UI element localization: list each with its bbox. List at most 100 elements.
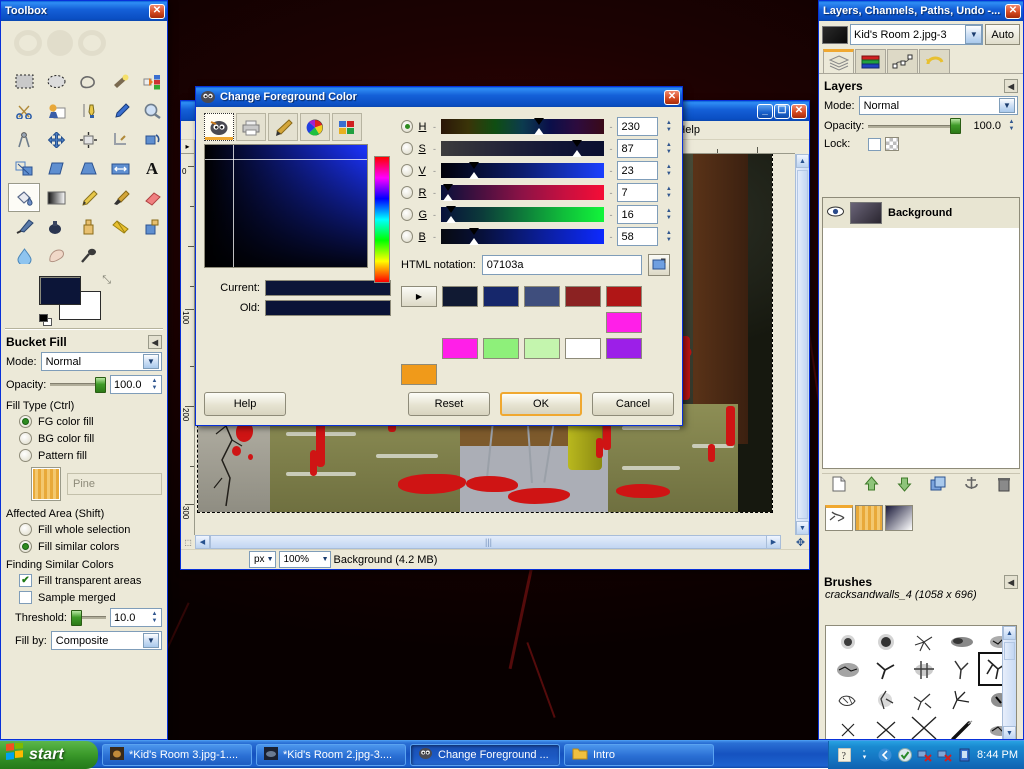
list-item[interactable] (866, 628, 906, 656)
shield-icon[interactable] (877, 747, 892, 762)
scroll-left-icon[interactable]: ◀ (195, 535, 210, 549)
reset-colors-icon[interactable] (39, 314, 55, 328)
color-picker-tool[interactable] (104, 96, 136, 125)
check-icon[interactable] (897, 747, 912, 762)
channel-red-value[interactable]: 7 (617, 183, 657, 202)
swatch-11[interactable] (401, 364, 437, 385)
channel-saturation[interactable]: S - - 87 ▲▼ (401, 139, 675, 158)
list-item[interactable] (866, 716, 906, 739)
blur-sharpen-tool[interactable] (8, 241, 40, 270)
chevron-down-icon[interactable]: ▼ (143, 354, 159, 369)
alignment-tool[interactable] (72, 125, 104, 154)
opacity-input[interactable]: 100.0 ▲▼ (110, 375, 162, 394)
chevron-down-icon[interactable]: ▼ (143, 633, 159, 648)
free-select-tool[interactable] (72, 67, 104, 96)
auto-button[interactable]: Auto (985, 24, 1020, 45)
zoom-select[interactable]: 100% ▼ (279, 551, 331, 568)
move-tool[interactable] (40, 125, 72, 154)
airbrush-tool[interactable] (8, 212, 40, 241)
list-item[interactable] (942, 686, 982, 714)
list-item[interactable] (828, 628, 868, 656)
hue-strip[interactable] (374, 156, 390, 283)
channel-value[interactable]: V - - 23 ▲▼ (401, 161, 675, 180)
affected-similar-colors[interactable]: Fill similar colors (1, 538, 167, 555)
unit-select[interactable]: px ▼ (249, 551, 276, 568)
horizontal-scrollbar[interactable]: ||| (210, 535, 767, 549)
brushes-scrollbar[interactable]: ▲ ▼ (1002, 626, 1016, 739)
spinner-icon[interactable]: ▲▼ (148, 611, 161, 625)
layer-opacity-slider[interactable] (868, 119, 961, 133)
fill-by-select[interactable]: Composite ▼ (51, 631, 162, 650)
channel-saturation-value[interactable]: 87 (617, 139, 657, 158)
radio-icon[interactable] (19, 415, 32, 428)
quickmask-corner-icon[interactable]: ▸ (181, 140, 195, 154)
spinner-icon[interactable]: ▲▼ (663, 139, 675, 158)
channel-blue-value[interactable]: 58 (617, 227, 657, 246)
crop-tool[interactable] (104, 125, 136, 154)
scroll-right-icon[interactable]: ▶ (766, 535, 781, 549)
quickmask-toggle-icon[interactable]: ⬚ (181, 535, 195, 549)
brushes-grid[interactable]: ▲ ▼ (825, 625, 1017, 739)
help-icon[interactable]: ? (837, 747, 852, 762)
list-item[interactable] (828, 656, 868, 684)
close-icon[interactable]: ✕ (664, 90, 680, 105)
fill-type-bg[interactable]: BG color fill (1, 430, 167, 447)
maximize-icon[interactable]: ☐ (774, 104, 790, 119)
channel-hue-value[interactable]: 230 (617, 117, 657, 136)
color-dialog-titlebar[interactable]: Change Foreground Color ✕ (196, 87, 682, 107)
minimize-icon[interactable]: _ (757, 104, 773, 119)
taskbar-button-change-foreground[interactable]: Change Foreground ... (410, 744, 560, 766)
list-item[interactable] (904, 628, 944, 656)
radio-icon[interactable] (401, 142, 413, 155)
help-button[interactable]: Help (204, 392, 286, 416)
channel-red-slider[interactable] (441, 185, 605, 200)
collapse-icon[interactable]: ◀ (148, 335, 162, 349)
paths-tab[interactable] (887, 49, 918, 73)
channel-value-value[interactable]: 23 (617, 161, 657, 180)
rect-select-tool[interactable] (8, 67, 40, 96)
spinner-icon[interactable]: ▲▼ (663, 117, 675, 136)
swatch-7[interactable] (483, 338, 519, 359)
radio-icon[interactable] (401, 208, 413, 221)
select-by-color-tool[interactable] (136, 67, 167, 96)
threshold-input[interactable]: 10.0 ▲▼ (110, 608, 162, 627)
list-item[interactable] (866, 656, 906, 684)
list-item[interactable] (942, 716, 982, 739)
printer-selector-tab[interactable] (236, 113, 266, 141)
ellipse-select-tool[interactable] (40, 67, 72, 96)
opacity-slider[interactable] (50, 378, 106, 392)
lower-layer-icon[interactable] (897, 476, 912, 495)
scroll-down-icon[interactable]: ▼ (1003, 726, 1016, 739)
checkbox-icon[interactable]: ✔ (19, 574, 32, 587)
radio-icon[interactable] (401, 230, 413, 243)
scissors-select-tool[interactable] (8, 96, 40, 125)
watercolor-selector-tab[interactable] (268, 113, 298, 141)
channel-hue-slider[interactable] (441, 119, 605, 134)
paths-tool[interactable] (72, 96, 104, 125)
channels-tab[interactable] (855, 49, 886, 73)
taskbar-button-kids-room-2[interactable]: *Kid's Room 2.jpg-3.... (256, 744, 406, 766)
eraser-tool[interactable] (136, 183, 167, 212)
radio-icon[interactable] (401, 186, 413, 199)
radio-icon[interactable] (19, 449, 32, 462)
channel-blue[interactable]: B - - 58 ▲▼ (401, 227, 675, 246)
vertical-scroll-thumb[interactable] (797, 170, 808, 519)
channel-green-value[interactable]: 16 (617, 205, 657, 224)
swatch-8[interactable] (524, 338, 560, 359)
colorwheel-selector-tab[interactable] (300, 113, 330, 141)
gimp-selector-tab[interactable] (204, 113, 234, 141)
channel-saturation-slider[interactable] (441, 141, 605, 156)
spinner-icon[interactable]: ▲▼ (1005, 119, 1018, 133)
scroll-up-icon[interactable]: ▲ (1003, 626, 1016, 640)
foreground-color-swatch[interactable] (39, 276, 81, 305)
radio-icon[interactable] (19, 523, 32, 536)
ink-tool[interactable] (40, 212, 72, 241)
paintbrush-tool[interactable] (104, 183, 136, 212)
shear-tool[interactable] (40, 154, 72, 183)
heal-tool[interactable] (104, 212, 136, 241)
bucket-fill-tool[interactable] (8, 183, 40, 212)
horizontal-scroll-thumb[interactable]: ||| (211, 536, 766, 548)
list-item[interactable] (828, 686, 868, 714)
channel-value-slider[interactable] (441, 163, 605, 178)
blend-gradient-tool[interactable] (40, 183, 72, 212)
